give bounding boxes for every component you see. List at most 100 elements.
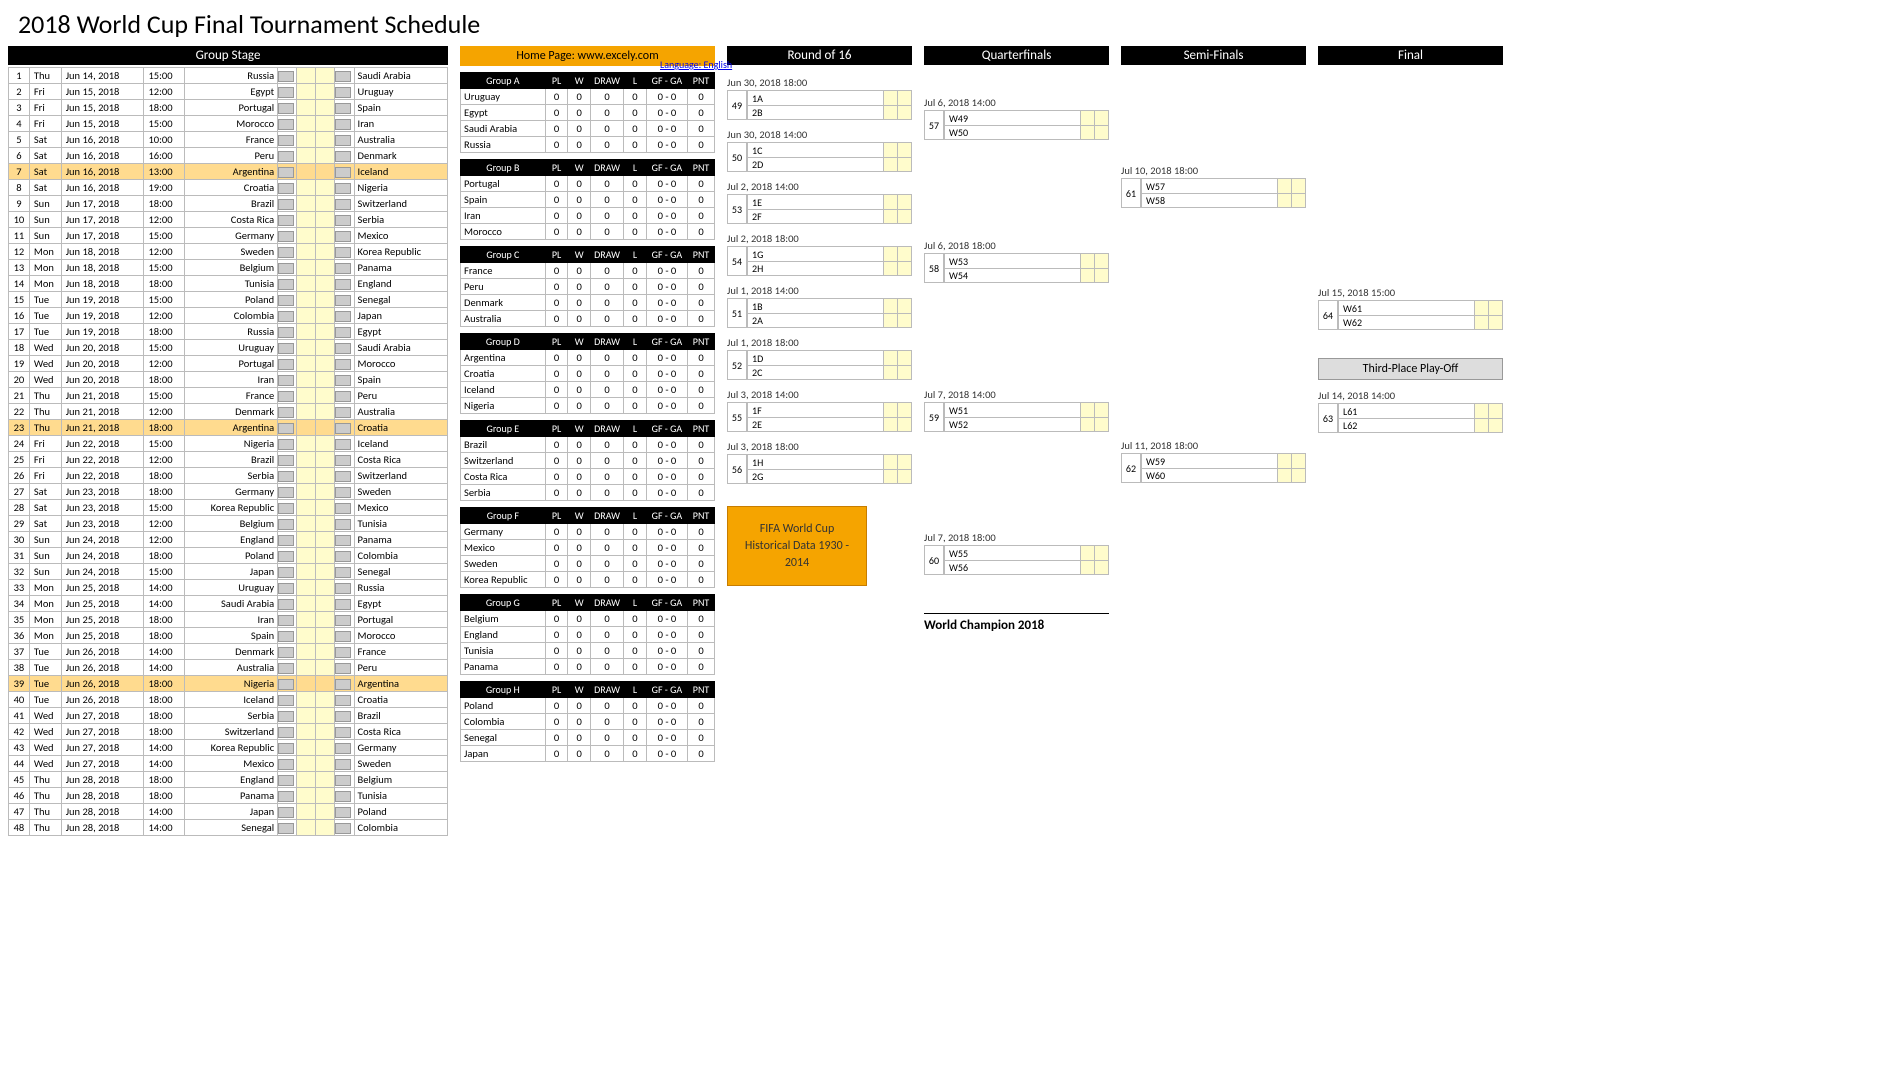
home-score[interactable] (297, 340, 316, 356)
score-b1[interactable] (884, 365, 898, 380)
away-score[interactable] (316, 356, 335, 372)
home-score[interactable] (297, 84, 316, 100)
home-score[interactable] (297, 100, 316, 116)
score-a2[interactable] (898, 298, 912, 313)
away-score[interactable] (316, 596, 335, 612)
away-score[interactable] (316, 740, 335, 756)
away-score[interactable] (316, 468, 335, 484)
score-b1[interactable] (1278, 193, 1292, 208)
away-score[interactable] (316, 724, 335, 740)
score-a2[interactable] (1489, 300, 1503, 315)
away-score[interactable] (316, 244, 335, 260)
score-a2[interactable] (1095, 402, 1109, 417)
home-score[interactable] (297, 532, 316, 548)
away-score[interactable] (316, 500, 335, 516)
score-b2[interactable] (1095, 125, 1109, 140)
away-score[interactable] (316, 180, 335, 196)
away-score[interactable] (316, 708, 335, 724)
away-score[interactable] (316, 692, 335, 708)
score-b1[interactable] (1475, 418, 1489, 433)
away-score[interactable] (316, 644, 335, 660)
away-score[interactable] (316, 612, 335, 628)
score-b1[interactable] (884, 105, 898, 120)
away-score[interactable] (316, 772, 335, 788)
home-score[interactable] (297, 484, 316, 500)
home-score[interactable] (297, 468, 316, 484)
home-score[interactable] (297, 388, 316, 404)
away-score[interactable] (316, 324, 335, 340)
home-score[interactable] (297, 212, 316, 228)
away-score[interactable] (316, 436, 335, 452)
away-score[interactable] (316, 116, 335, 132)
score-b1[interactable] (884, 157, 898, 172)
home-score[interactable] (297, 164, 316, 180)
score-a1[interactable] (884, 402, 898, 417)
home-score[interactable] (297, 692, 316, 708)
away-score[interactable] (316, 420, 335, 436)
home-score[interactable] (297, 436, 316, 452)
away-score[interactable] (316, 548, 335, 564)
score-a2[interactable] (1292, 178, 1306, 193)
home-score[interactable] (297, 820, 316, 836)
score-b1[interactable] (884, 417, 898, 432)
score-a1[interactable] (884, 142, 898, 157)
away-score[interactable] (316, 212, 335, 228)
away-score[interactable] (316, 756, 335, 772)
score-b2[interactable] (898, 313, 912, 328)
score-b1[interactable] (884, 261, 898, 276)
home-score[interactable] (297, 324, 316, 340)
score-b1[interactable] (1475, 315, 1489, 330)
home-score[interactable] (297, 644, 316, 660)
home-score[interactable] (297, 740, 316, 756)
home-score[interactable] (297, 68, 316, 84)
home-score[interactable] (297, 708, 316, 724)
score-a1[interactable] (1081, 110, 1095, 125)
score-b1[interactable] (884, 469, 898, 484)
home-score[interactable] (297, 132, 316, 148)
home-score[interactable] (297, 564, 316, 580)
away-score[interactable] (316, 340, 335, 356)
score-b2[interactable] (898, 469, 912, 484)
away-score[interactable] (316, 788, 335, 804)
score-a1[interactable] (1081, 253, 1095, 268)
away-score[interactable] (316, 404, 335, 420)
score-a2[interactable] (1489, 403, 1503, 418)
home-score[interactable] (297, 612, 316, 628)
away-score[interactable] (316, 804, 335, 820)
score-a1[interactable] (884, 454, 898, 469)
away-score[interactable] (316, 100, 335, 116)
score-b2[interactable] (898, 157, 912, 172)
home-score[interactable] (297, 516, 316, 532)
home-score[interactable] (297, 292, 316, 308)
score-a1[interactable] (1278, 178, 1292, 193)
away-score[interactable] (316, 660, 335, 676)
score-a2[interactable] (1095, 110, 1109, 125)
away-score[interactable] (316, 68, 335, 84)
away-score[interactable] (316, 228, 335, 244)
home-score[interactable] (297, 276, 316, 292)
away-score[interactable] (316, 628, 335, 644)
home-score[interactable] (297, 260, 316, 276)
away-score[interactable] (316, 372, 335, 388)
home-score[interactable] (297, 148, 316, 164)
away-score[interactable] (316, 260, 335, 276)
home-score[interactable] (297, 500, 316, 516)
away-score[interactable] (316, 308, 335, 324)
score-a2[interactable] (898, 454, 912, 469)
score-b1[interactable] (1278, 468, 1292, 483)
away-score[interactable] (316, 148, 335, 164)
score-b2[interactable] (1292, 468, 1306, 483)
home-score[interactable] (297, 116, 316, 132)
home-score[interactable] (297, 660, 316, 676)
score-a2[interactable] (898, 402, 912, 417)
score-a1[interactable] (1081, 545, 1095, 560)
away-score[interactable] (316, 676, 335, 692)
home-score[interactable] (297, 788, 316, 804)
score-a2[interactable] (898, 194, 912, 209)
score-a2[interactable] (898, 246, 912, 261)
away-score[interactable] (316, 132, 335, 148)
score-a1[interactable] (1475, 300, 1489, 315)
historical-data-box[interactable]: FIFA World Cup Historical Data 1930 - 20… (727, 506, 867, 586)
away-score[interactable] (316, 452, 335, 468)
score-b2[interactable] (1489, 418, 1503, 433)
